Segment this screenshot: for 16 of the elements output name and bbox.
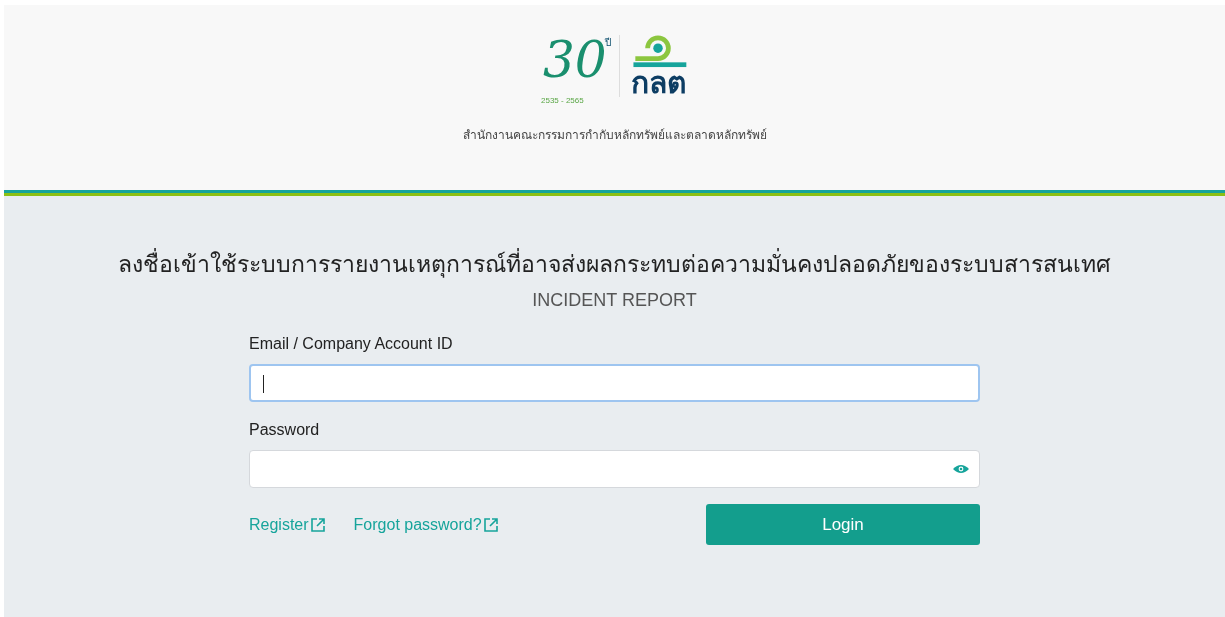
external-link-icon bbox=[482, 516, 499, 533]
external-link-icon bbox=[309, 516, 326, 533]
external-link[interactable]: Register bbox=[249, 515, 326, 534]
anniversary-years: 2535 - 2565 bbox=[541, 96, 584, 105]
page-title: ลงชื่อเข้าใช้ระบบการรายงานเหตุการณ์ที่อาจส่งผลกระทบต่อความมั่นคงปลอดภัยของระบบสารสนเทศ bbox=[118, 246, 1111, 282]
field-label: Password bbox=[249, 421, 321, 439]
organization-name: สำนักงานคณะกรรมการกำกับหลักทรัพย์และตลาดหลักทรัพย์ bbox=[462, 127, 767, 144]
password-field[interactable] bbox=[249, 450, 980, 488]
logo-acronym: กลต bbox=[630, 68, 686, 98]
email-field[interactable] bbox=[249, 364, 980, 402]
show-password-icon[interactable] bbox=[953, 464, 969, 474]
field-label: Email / Company Account ID bbox=[249, 335, 454, 353]
year-mark: ปี bbox=[605, 36, 611, 50]
login-button[interactable]: Login bbox=[706, 504, 980, 545]
page-subtitle: INCIDENT REPORT bbox=[532, 290, 697, 311]
external-link[interactable]: Forgot password? bbox=[353, 515, 499, 534]
